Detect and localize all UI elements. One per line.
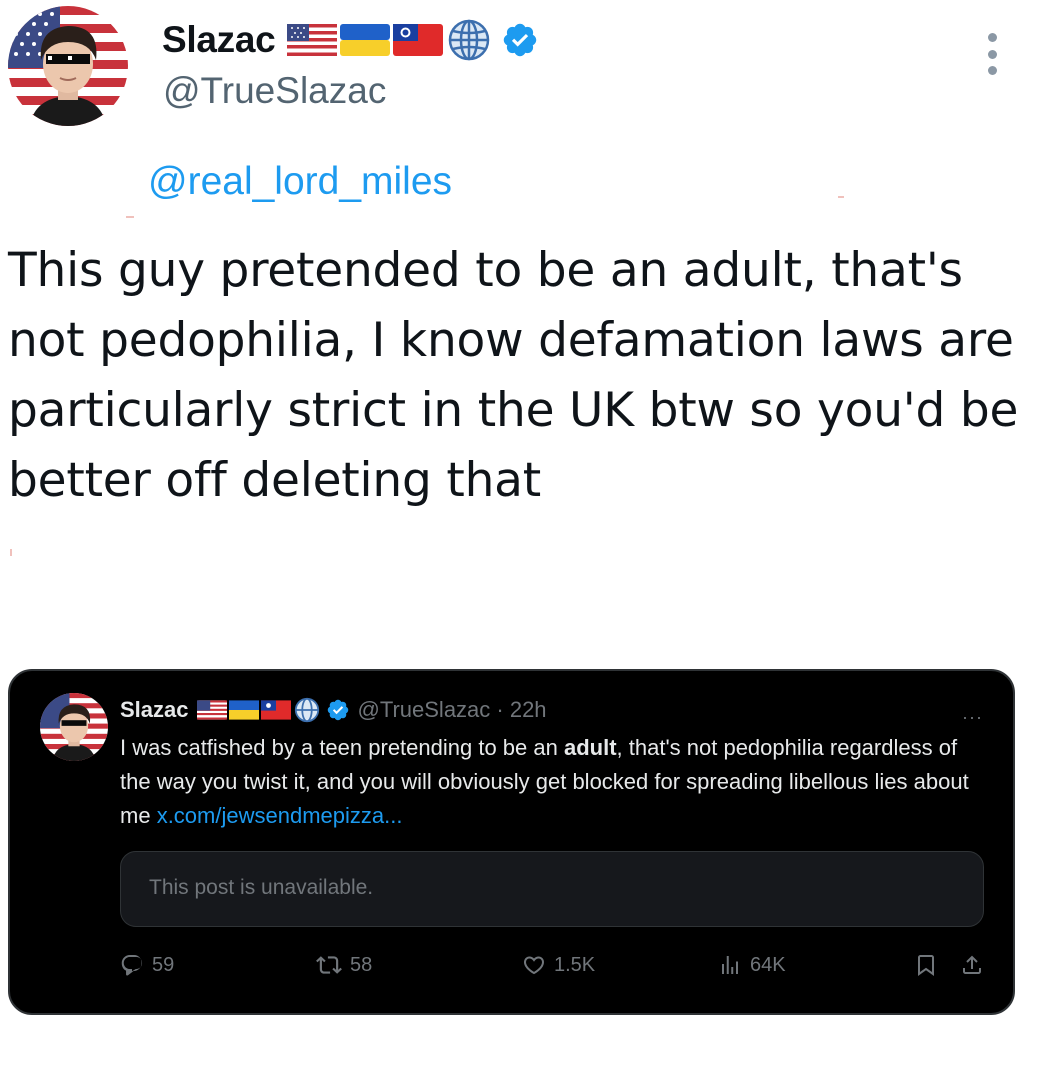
compression-artifact — [10, 549, 12, 556]
quoted-tweet-text: I was catfished by a teen pretending to … — [120, 731, 980, 833]
more-vertical-icon[interactable] — [982, 33, 1002, 75]
share-button[interactable] — [960, 949, 992, 981]
like-count: 1.5K — [554, 953, 596, 976]
heart-icon — [523, 956, 545, 975]
taiwan-flag-icon — [260, 700, 291, 720]
unavailable-post-box: This post is unavailable. — [120, 851, 984, 927]
share-icon — [963, 955, 981, 974]
quoted-avatar[interactable] — [40, 693, 108, 761]
bookmark-button[interactable] — [914, 949, 946, 981]
analytics-icon — [722, 956, 738, 974]
reply-count: 59 — [152, 953, 175, 976]
repost-button[interactable]: 58 — [316, 949, 372, 981]
flag-emojis — [287, 18, 539, 62]
quoted-text-bold: adult — [563, 735, 617, 760]
reply-icon — [121, 955, 143, 976]
compression-artifact — [126, 216, 134, 218]
globe-icon — [449, 19, 490, 61]
repost-icon — [316, 956, 342, 974]
author-row: Slazac — [162, 14, 539, 66]
quoted-flag-emojis — [196, 697, 350, 723]
verified-badge-icon[interactable] — [326, 698, 350, 722]
bookmark-icon — [918, 955, 934, 976]
reply-mention-link[interactable]: @real_lord_miles — [148, 160, 452, 204]
globe-icon — [294, 697, 319, 723]
repost-count: 58 — [350, 953, 373, 976]
ukraine-flag-icon — [340, 24, 391, 56]
quoted-text-part: I was catfished by a teen pretending to … — [120, 735, 564, 760]
verified-badge-icon[interactable] — [501, 21, 539, 59]
more-horizontal-icon[interactable]: ··· — [962, 707, 983, 728]
quoted-author-row: Slazac @TrueSlazac · 22h — [120, 695, 547, 725]
views-button[interactable]: 64K — [718, 949, 786, 981]
tweet-text: This guy pretended to be an adult, that'… — [8, 243, 1019, 508]
reply-button[interactable]: 59 — [120, 949, 174, 981]
us-flag-icon — [196, 700, 227, 720]
action-bar: 59 58 1.5K 64K — [120, 949, 984, 981]
quoted-display-name[interactable]: Slazac — [120, 697, 189, 723]
like-button[interactable]: 1.5K — [522, 949, 595, 981]
us-flag-icon — [287, 24, 338, 56]
avatar[interactable] — [8, 6, 128, 126]
quoted-tweet-card[interactable]: Slazac @TrueSlazac · 22h ··· I was catfi… — [8, 669, 1015, 1015]
quoted-handle-time[interactable]: @TrueSlazac · 22h — [358, 697, 547, 723]
quoted-link[interactable]: x.com/jewsendmepizza... — [157, 803, 403, 828]
ukraine-flag-icon — [228, 700, 259, 720]
taiwan-flag-icon — [393, 24, 444, 56]
views-count: 64K — [750, 953, 786, 976]
handle[interactable]: @TrueSlazac — [163, 70, 386, 112]
unavailable-post-text: This post is unavailable. — [149, 876, 374, 899]
compression-artifact — [838, 196, 844, 198]
display-name[interactable]: Slazac — [162, 19, 276, 61]
